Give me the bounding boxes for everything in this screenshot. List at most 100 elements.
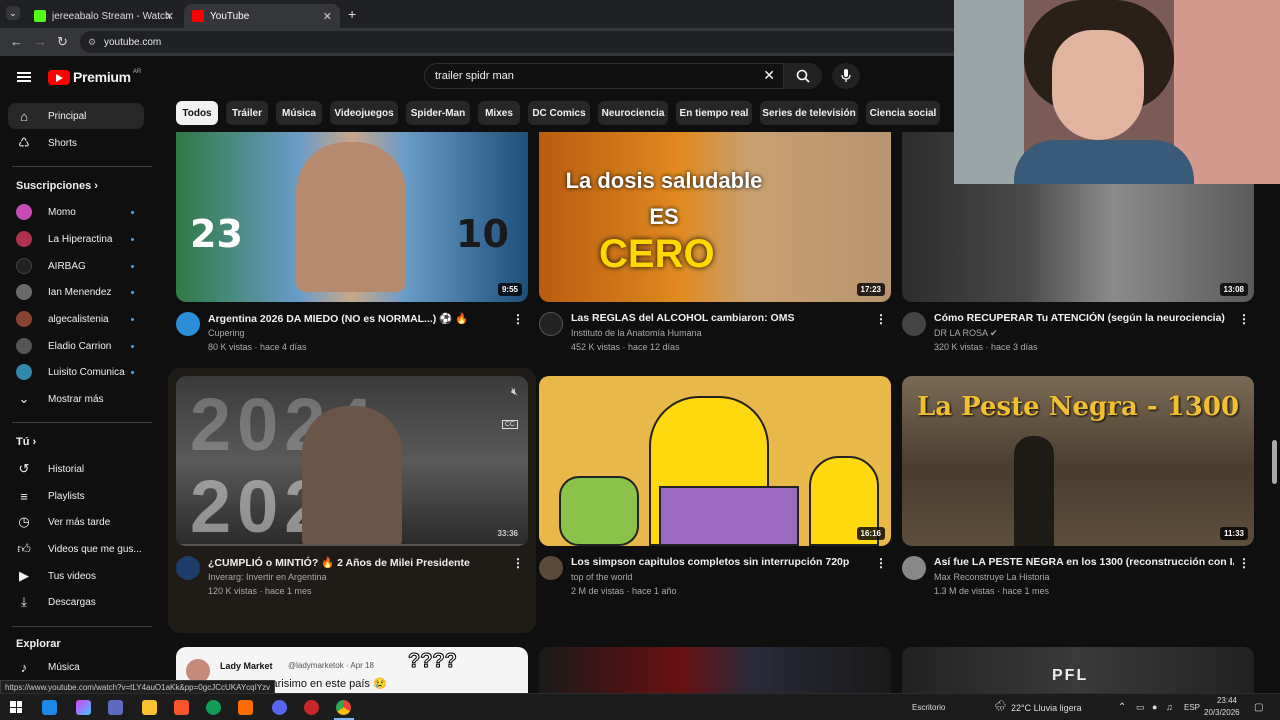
clock-time[interactable]: 23:44 <box>1210 696 1244 705</box>
channel-name[interactable]: top of the world <box>571 572 633 582</box>
sidebar-item-sub[interactable]: Ian Menendez <box>8 279 144 305</box>
brave-icon[interactable] <box>174 700 189 715</box>
language-indicator[interactable]: ESP <box>1184 703 1200 712</box>
desktop-label[interactable]: Escritorio <box>912 703 945 712</box>
video-card[interactable]: 16:16 Los simpson capitulos completos si… <box>539 376 891 596</box>
video-card[interactable]: La dosis saludable ES CERO 17:23 Las REG… <box>539 132 891 352</box>
video-thumbnail[interactable]: PFL <box>902 647 1254 693</box>
clear-search-icon[interactable]: ✕ <box>763 67 775 84</box>
back-icon[interactable]: ← <box>10 34 23 49</box>
chip-en-tiempo-real[interactable]: En tiempo real <box>676 101 752 125</box>
chip-videojuegos[interactable]: Videojuegos <box>330 101 398 125</box>
voice-search-button[interactable] <box>832 63 860 89</box>
chip-todos[interactable]: Todos <box>176 101 218 125</box>
forward-icon[interactable]: → <box>34 34 47 49</box>
more-options-icon[interactable]: ⋮ <box>875 312 887 326</box>
sidebar-item-downloads[interactable]: ⤓ Descargas <box>8 589 144 615</box>
channel-name[interactable]: Inverarg: Invertir en Argentina <box>208 572 327 582</box>
chip-dc-comics[interactable]: DC Comics <box>528 101 590 125</box>
channel-name[interactable]: DR LA ROSA ✔ <box>934 328 998 339</box>
chip-mixes[interactable]: Mixes <box>478 101 520 125</box>
new-tab-button[interactable]: + <box>348 6 356 22</box>
channel-avatar[interactable] <box>176 556 200 580</box>
channel-avatar[interactable] <box>176 312 200 336</box>
menu-icon[interactable] <box>17 72 31 82</box>
clock-date[interactable]: 20/3/2026 <box>1204 708 1240 717</box>
video-card[interactable]: 2024 2026 🔇︎ CC 33:36 ¿CUMPLIÓ o MINTIÓ?… <box>176 376 528 596</box>
video-title[interactable]: Así fue LA PESTE NEGRA en los 1300 (reco… <box>934 556 1234 568</box>
sidebar-item-watch-later[interactable]: ◷ Ver más tarde <box>8 509 144 535</box>
chip-series-tv[interactable]: Series de televisión <box>760 101 858 125</box>
sidebar-item-historial[interactable]: ↺ Historial <box>8 456 144 482</box>
close-tab-icon[interactable]: ✕ <box>323 10 332 23</box>
sidebar-item-shorts[interactable]: ♺ Shorts <box>8 130 144 156</box>
sidebar-item-principal[interactable]: ⌂ Principal <box>8 103 144 129</box>
video-thumbnail[interactable]: 16:16 <box>539 376 891 546</box>
captions-icon[interactable]: CC <box>501 420 518 429</box>
video-title[interactable]: Cómo RECUPERAR Tu ATENCIÓN (según la neu… <box>934 312 1234 324</box>
sidebar-item-sub[interactable]: Luisito Comunica <box>8 359 144 385</box>
sidebar-item-sub[interactable]: AIRBAG <box>8 253 144 279</box>
video-thumbnail[interactable]: 23 10 9:55 <box>176 132 528 302</box>
chip-ciencia-social[interactable]: Ciencia social <box>866 101 940 125</box>
video-thumbnail[interactable]: 2024 2026 🔇︎ CC 33:36 <box>176 376 528 546</box>
more-options-icon[interactable]: ⋮ <box>875 556 887 570</box>
chrome-icon[interactable] <box>336 700 351 715</box>
windows-start-icon[interactable] <box>10 701 22 713</box>
reload-icon[interactable]: ↻ <box>57 34 68 50</box>
more-options-icon[interactable]: ⋮ <box>1238 556 1250 570</box>
discord-icon[interactable] <box>272 700 287 715</box>
video-card[interactable]: 23 10 9:55 Argentina 2026 DA MIEDO (NO e… <box>176 132 528 352</box>
chip-neurociencia[interactable]: Neurociencia <box>598 101 668 125</box>
you-heading[interactable]: Tú › <box>16 436 36 448</box>
edge-icon[interactable] <box>206 700 221 715</box>
page-scrollbar[interactable] <box>1272 440 1277 484</box>
weather-widget[interactable]: 22°C Lluvia ligera <box>1011 703 1082 713</box>
more-options-icon[interactable]: ⋮ <box>512 312 524 326</box>
tab-youtube[interactable]: YouTube ✕ <box>184 4 340 28</box>
video-title[interactable]: ¿CUMPLIÓ o MINTIÓ? 🔥 2 Años de Milei Pre… <box>208 556 508 569</box>
channel-name[interactable]: Instituto de la Anatomía Humana <box>571 328 702 338</box>
video-card[interactable]: La Peste Negra - 1300 11:33 Así fue LA P… <box>902 376 1254 596</box>
video-thumbnail[interactable]: La dosis saludable ES CERO 17:23 <box>539 132 891 302</box>
sidebar-item-sub[interactable]: algecalistenia <box>8 306 144 332</box>
chevron-up-icon[interactable]: ⌃ <box>1118 702 1126 713</box>
close-tab-icon[interactable]: ✕ <box>165 10 174 23</box>
sidebar-item-your-videos[interactable]: ▶ Tus videos <box>8 563 144 589</box>
site-info-icon[interactable]: ⚙ <box>88 37 96 48</box>
outlook-icon[interactable] <box>42 700 57 715</box>
volume-icon[interactable]: ♫ <box>1166 702 1173 712</box>
channel-avatar[interactable] <box>902 556 926 580</box>
notifications-icon[interactable]: ▢ <box>1254 702 1263 713</box>
channel-avatar[interactable] <box>902 312 926 336</box>
more-options-icon[interactable]: ⋮ <box>512 556 524 570</box>
sidebar-item-music[interactable]: ♪ Música <box>8 654 144 680</box>
subscriptions-heading[interactable]: Suscripciones › <box>16 180 98 192</box>
url-field[interactable]: ⚙ youtube.com <box>80 31 960 53</box>
search-input[interactable]: trailer spidr man ✕ <box>424 63 784 89</box>
sidebar-item-sub[interactable]: Momo <box>8 199 144 225</box>
video-thumbnail[interactable]: La Peste Negra - 1300 11:33 <box>902 376 1254 546</box>
chip-spider-man[interactable]: Spider-Man <box>406 101 470 125</box>
channel-avatar[interactable] <box>539 312 563 336</box>
channel-name[interactable]: Max Reconstruye La Historia <box>934 572 1050 582</box>
obs-icon[interactable] <box>304 700 319 715</box>
sidebar-item-sub[interactable]: La Hiperactina <box>8 226 144 252</box>
app-icon[interactable] <box>108 700 123 715</box>
show-more-button[interactable]: ⌄ Mostrar más <box>8 386 144 412</box>
youtube-logo[interactable]: Premium AR <box>48 69 141 85</box>
chip-musica[interactable]: Música <box>276 101 322 125</box>
network-icon[interactable]: ▭ <box>1136 702 1145 713</box>
channel-name[interactable]: Cupering <box>208 328 245 338</box>
chip-trailer[interactable]: Tráiler <box>226 101 268 125</box>
video-title[interactable]: Las REGLAS del ALCOHOL cambiaron: OMS <box>571 312 871 324</box>
app-icon[interactable] <box>238 700 253 715</box>
search-button[interactable] <box>784 63 822 89</box>
tab-kick-stream[interactable]: jereeabalo Stream - Watch Live ✕ <box>26 4 182 28</box>
video-title[interactable]: Argentina 2026 DA MIEDO (NO es NORMAL...… <box>208 312 508 325</box>
video-title[interactable]: Los simpson capitulos completos sin inte… <box>571 556 871 568</box>
copilot-icon[interactable] <box>76 700 91 715</box>
channel-avatar[interactable] <box>539 556 563 580</box>
tab-search-icon[interactable]: ⌄ <box>6 6 20 20</box>
file-explorer-icon[interactable] <box>142 700 157 715</box>
